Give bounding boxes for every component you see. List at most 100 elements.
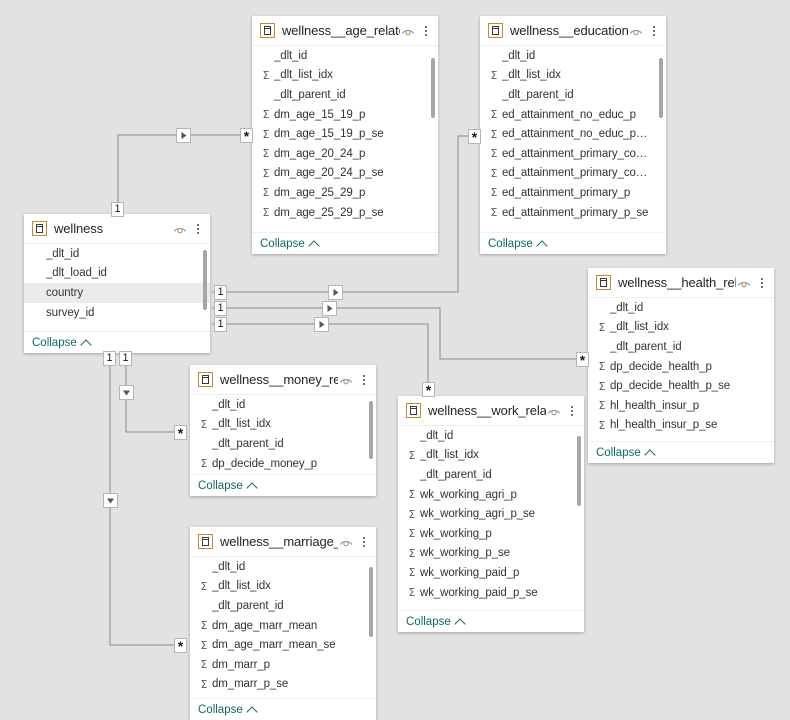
- field-row[interactable]: Σed_attainment_no_educ_p_se: [480, 124, 666, 144]
- field-list-scrollbar[interactable]: [577, 436, 581, 506]
- field-row[interactable]: _dlt_id: [24, 244, 210, 264]
- field-row[interactable]: _dlt_id: [190, 557, 376, 577]
- more-options-icon[interactable]: [756, 275, 768, 291]
- field-row[interactable]: Σwk_working_paid_p_se: [398, 583, 584, 603]
- field-row[interactable]: _dlt_id: [190, 395, 376, 415]
- field-list[interactable]: _dlt_id Σ _dlt_list_idx _dlt_parent_id Σdp_d…: [588, 298, 774, 441]
- table-card[interactable]: wellness _dlt_id _dlt_load_id country survey…: [24, 214, 210, 353]
- filter-direction-right-icon[interactable]: [314, 317, 329, 332]
- field-row[interactable]: Σdm_age_15_19_p: [252, 105, 438, 125]
- field-row[interactable]: Σ _dlt_list_idx: [480, 66, 666, 86]
- field-list[interactable]: _dlt_id Σ _dlt_list_idx _dlt_parent_id Σdm_a…: [252, 46, 438, 232]
- field-row[interactable]: _dlt_load_id: [24, 264, 210, 284]
- model-diagram-canvas[interactable]: wellness__age_related _dlt_id Σ _dlt_list_i…: [0, 0, 790, 720]
- field-row[interactable]: _dlt_parent_id: [398, 465, 584, 485]
- field-row[interactable]: survey_id: [24, 303, 210, 323]
- more-options-icon[interactable]: [192, 221, 204, 237]
- field-row[interactable]: Σed_attainment_primary_comple...: [480, 144, 666, 164]
- field-row[interactable]: Σ _dlt_list_idx: [398, 446, 584, 466]
- collapse-button[interactable]: Collapse: [198, 480, 258, 494]
- field-row[interactable]: _dlt_parent_id: [190, 596, 376, 616]
- field-row[interactable]: Σwk_working_agri_p: [398, 485, 584, 505]
- hide-visual-icon[interactable]: [546, 403, 562, 419]
- field-list-scrollbar[interactable]: [369, 567, 373, 637]
- field-list-scrollbar[interactable]: [431, 58, 435, 118]
- filter-direction-down-icon[interactable]: [103, 493, 118, 508]
- field-row[interactable]: Σdm_age_20_24_p: [252, 144, 438, 164]
- field-row[interactable]: Σdm_age_25_29_p: [252, 183, 438, 203]
- field-row[interactable]: Σ _dlt_list_idx: [588, 318, 774, 338]
- more-options-icon[interactable]: [358, 372, 370, 388]
- more-options-icon[interactable]: [358, 534, 370, 550]
- field-row[interactable]: Σdm_age_marr_mean: [190, 616, 376, 636]
- field-row[interactable]: _dlt_parent_id: [480, 85, 666, 105]
- hide-visual-icon[interactable]: [736, 275, 752, 291]
- hide-visual-icon[interactable]: [400, 23, 416, 39]
- field-row[interactable]: Σdp_decide_health_p: [588, 357, 774, 377]
- more-options-icon[interactable]: [566, 403, 578, 419]
- field-row[interactable]: _dlt_id: [398, 426, 584, 446]
- more-options-icon[interactable]: [420, 23, 432, 39]
- field-row[interactable]: _dlt_id: [480, 46, 666, 66]
- field-list[interactable]: _dlt_id Σ _dlt_list_idx _dlt_parent_id Σed_a…: [480, 46, 666, 232]
- field-list[interactable]: _dlt_id _dlt_load_id country survey_id: [24, 244, 210, 331]
- field-row[interactable]: Σdm_age_20_24_p_se: [252, 164, 438, 184]
- table-card[interactable]: wellness__money_rela... _dlt_id Σ _dlt_list…: [190, 365, 376, 496]
- hide-visual-icon[interactable]: [338, 372, 354, 388]
- collapse-button[interactable]: Collapse: [32, 337, 92, 351]
- field-row[interactable]: Σdm_age_15_19_p_se: [252, 124, 438, 144]
- field-row[interactable]: _dlt_parent_id: [252, 85, 438, 105]
- field-row[interactable]: Σed_attainment_no_educ_p: [480, 105, 666, 125]
- collapse-button[interactable]: Collapse: [406, 616, 466, 630]
- field-list-scrollbar[interactable]: [369, 401, 373, 459]
- table-card[interactable]: wellness__age_related _dlt_id Σ _dlt_list_i…: [252, 16, 438, 254]
- table-card-header[interactable]: wellness__work_related: [398, 396, 584, 426]
- relationship-line[interactable]: [117, 134, 242, 208]
- field-row[interactable]: _dlt_parent_id: [190, 434, 376, 454]
- field-row[interactable]: Σwk_working_paid_p: [398, 563, 584, 583]
- field-row[interactable]: Σdp_decide_health_p_se: [588, 376, 774, 396]
- field-list[interactable]: _dlt_id Σ _dlt_list_idx _dlt_parent_id Σdm_a…: [190, 557, 376, 698]
- table-card-header[interactable]: wellness: [24, 214, 210, 244]
- field-row[interactable]: Σed_attainment_primary_p_se: [480, 203, 666, 223]
- relationship-line[interactable]: [212, 307, 578, 360]
- field-row[interactable]: Σdm_marr_p_se: [190, 675, 376, 695]
- field-row[interactable]: Σwk_working_agri_p_se: [398, 504, 584, 524]
- filter-direction-right-icon[interactable]: [176, 128, 191, 143]
- table-card-header[interactable]: wellness__marriage_r...: [190, 527, 376, 557]
- field-row[interactable]: Σ _dlt_list_idx: [252, 66, 438, 86]
- filter-direction-down-icon[interactable]: [119, 385, 134, 400]
- table-card[interactable]: wellness__work_related _dlt_id Σ _dlt_list_…: [398, 396, 584, 632]
- field-row[interactable]: _dlt_parent_id: [588, 337, 774, 357]
- field-row[interactable]: Σ _dlt_list_idx: [190, 415, 376, 435]
- hide-visual-icon[interactable]: [338, 534, 354, 550]
- field-row[interactable]: Σdm_age_marr_mean_se: [190, 635, 376, 655]
- field-list-scrollbar[interactable]: [203, 250, 207, 310]
- field-list-scrollbar[interactable]: [659, 58, 663, 118]
- collapse-button[interactable]: Collapse: [198, 704, 258, 718]
- filter-direction-right-icon[interactable]: [322, 301, 337, 316]
- field-row[interactable]: Σdp_decide_money_p: [190, 454, 376, 474]
- hide-visual-icon[interactable]: [172, 221, 188, 237]
- filter-direction-right-icon[interactable]: [328, 285, 343, 300]
- field-row[interactable]: Σdm_nvr_marr_p: [190, 694, 376, 698]
- field-row[interactable]: country: [24, 283, 210, 303]
- field-list[interactable]: _dlt_id Σ _dlt_list_idx _dlt_parent_id Σdp_d…: [190, 395, 376, 474]
- table-card-header[interactable]: wellness__health_relat...: [588, 268, 774, 298]
- collapse-button[interactable]: Collapse: [488, 238, 548, 252]
- collapse-button[interactable]: Collapse: [260, 238, 320, 252]
- field-row[interactable]: Σed_attainment_primary_comple...: [480, 164, 666, 184]
- table-card-header[interactable]: wellness__money_rela...: [190, 365, 376, 395]
- table-card-header[interactable]: wellness__education_...: [480, 16, 666, 46]
- field-list[interactable]: _dlt_id Σ _dlt_list_idx _dlt_parent_id Σwk_w…: [398, 426, 584, 610]
- field-row[interactable]: Σhl_health_insur_p: [588, 396, 774, 416]
- table-card[interactable]: wellness__marriage_r... _dlt_id Σ _dlt_list…: [190, 527, 376, 720]
- field-row[interactable]: Σ _dlt_list_idx: [190, 577, 376, 597]
- table-card[interactable]: wellness__education_... _dlt_id Σ _dlt_list…: [480, 16, 666, 254]
- table-card[interactable]: wellness__health_relat... _dlt_id Σ _dlt_li…: [588, 268, 774, 463]
- field-row[interactable]: Σwk_working_p_se: [398, 544, 584, 564]
- field-row[interactable]: Σdm_marr_p: [190, 655, 376, 675]
- field-row[interactable]: Σdm_age_25_29_p_se: [252, 203, 438, 223]
- table-card-header[interactable]: wellness__age_related: [252, 16, 438, 46]
- hide-visual-icon[interactable]: [628, 23, 644, 39]
